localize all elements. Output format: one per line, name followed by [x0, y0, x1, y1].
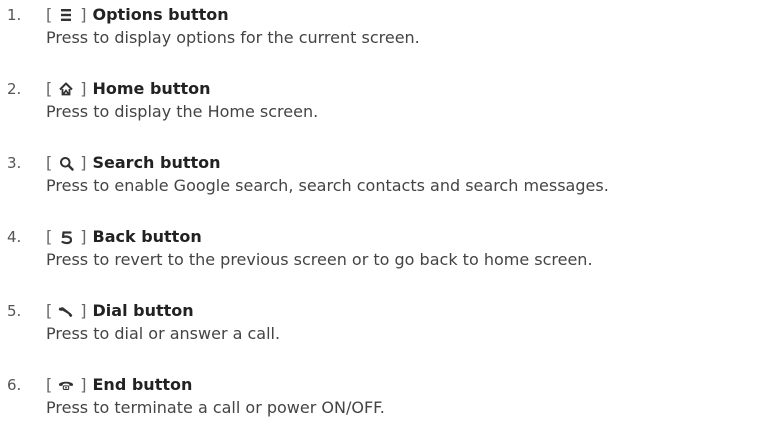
item-description: Press to display options for the current…: [46, 28, 420, 47]
item-heading: [ ] End button: [46, 375, 192, 395]
item-number: 5.: [7, 302, 22, 320]
item-heading: [ ] Dial button: [46, 301, 194, 321]
search-icon: [58, 155, 74, 171]
item-number: 2.: [7, 80, 22, 98]
item-number: 3.: [7, 154, 22, 172]
item-title: Options button: [92, 5, 229, 24]
close-bracket: ]: [80, 375, 87, 394]
item-description: Press to dial or answer a call.: [46, 324, 281, 343]
end-call-icon: [58, 377, 74, 393]
list-item-end: 6. [ ] End button Press to terminate a c…: [0, 370, 773, 430]
item-description: Press to terminate a call or power ON/OF…: [46, 398, 385, 417]
item-description: Press to revert to the previous screen o…: [46, 250, 593, 269]
item-description: Press to enable Google search, search co…: [46, 176, 609, 195]
item-number: 4.: [7, 228, 22, 246]
list-item-dial: 5. [ ] Dial button Press to dial or answ…: [0, 296, 773, 356]
list-item-home: 2. [ ] Home button Press to display the …: [0, 74, 773, 134]
item-heading: [ ] Options button: [46, 5, 229, 25]
item-heading: [ ] Home button: [46, 79, 211, 99]
back-icon: [58, 229, 74, 245]
list-item-search: 3. [ ] Search button Press to enable Goo…: [0, 148, 773, 208]
open-bracket: [: [46, 153, 53, 172]
item-title: End button: [92, 375, 193, 394]
item-number: 6.: [7, 376, 22, 394]
close-bracket: ]: [80, 301, 87, 320]
item-title: Search button: [92, 153, 221, 172]
open-bracket: [: [46, 79, 53, 98]
options-icon: [58, 7, 74, 23]
item-description: Press to display the Home screen.: [46, 102, 319, 121]
open-bracket: [: [46, 375, 53, 394]
open-bracket: [: [46, 227, 53, 246]
close-bracket: ]: [80, 79, 87, 98]
item-number: 1.: [7, 6, 22, 24]
open-bracket: [: [46, 5, 53, 24]
item-heading: [ ] Search button: [46, 153, 221, 173]
item-title: Home button: [92, 79, 211, 98]
item-heading: [ ] Back button: [46, 227, 202, 247]
open-bracket: [: [46, 301, 53, 320]
dial-icon: [58, 303, 74, 319]
close-bracket: ]: [80, 5, 87, 24]
close-bracket: ]: [80, 153, 87, 172]
item-title: Dial button: [92, 301, 194, 320]
close-bracket: ]: [80, 227, 87, 246]
list-item-options: 1. [ ] Options button Press to display o…: [0, 0, 773, 60]
item-title: Back button: [92, 227, 202, 246]
home-icon: [58, 81, 74, 97]
list-item-back: 4. [ ] Back button Press to revert to th…: [0, 222, 773, 282]
